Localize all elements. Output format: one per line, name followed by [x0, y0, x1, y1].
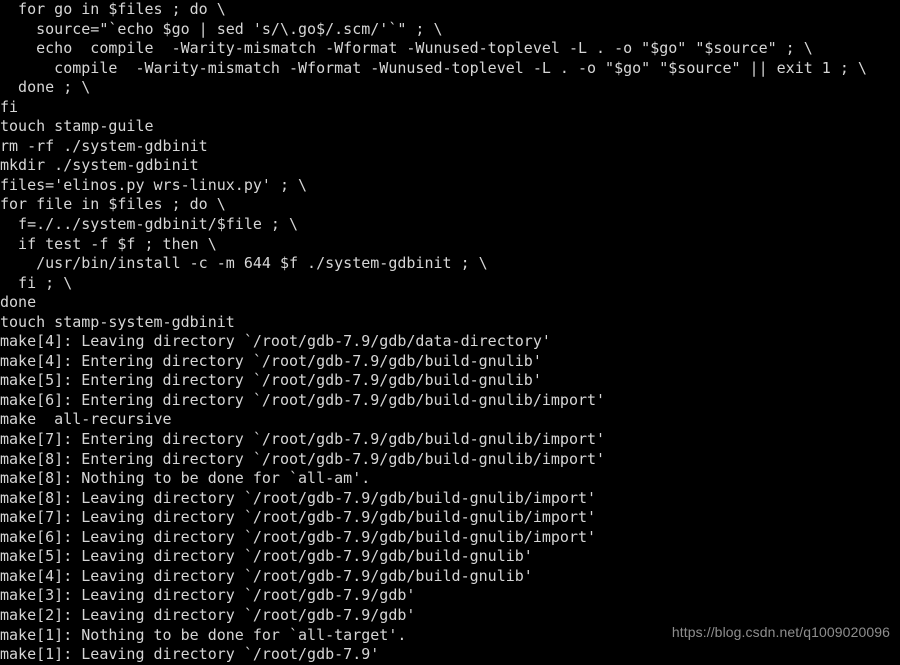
terminal-line: done ; \ — [0, 78, 91, 97]
terminal-line: make[8]: Entering directory `/root/gdb-7… — [0, 449, 606, 468]
terminal-line: make[4]: Leaving directory `/root/gdb-7.… — [0, 566, 533, 585]
terminal-line: for go in $files ; do \ — [0, 0, 226, 18]
watermark-text: https://blog.csdn.net/q1009020096 — [671, 624, 890, 641]
terminal-window[interactable]: for go in $files ; do \ source="`echo $g… — [0, 0, 900, 665]
terminal-line: make all-recursive — [0, 410, 172, 429]
terminal-line: touch stamp-system-gdbinit — [0, 312, 235, 331]
terminal-line: make[7]: Leaving directory `/root/gdb-7.… — [0, 508, 597, 527]
terminal-line: make[8]: Nothing to be done for `all-am'… — [0, 469, 371, 488]
terminal-line: make[4]: Leaving directory `/root/gdb-7.… — [0, 332, 551, 351]
terminal-line: fi — [0, 97, 19, 116]
terminal-line: f=./../system-gdbinit/$file ; \ — [0, 215, 299, 234]
terminal-line: compile -Warity-mismatch -Wformat -Wunus… — [0, 58, 867, 77]
terminal-line: for file in $files ; do \ — [0, 195, 226, 214]
terminal-line: echo compile -Warity-mismatch -Wformat -… — [0, 39, 813, 58]
terminal-line: touch stamp-guile — [0, 117, 154, 136]
terminal-line: rm -rf ./system-gdbinit — [0, 136, 208, 155]
terminal-line: files='elinos.py wrs-linux.py' ; \ — [0, 175, 308, 194]
terminal-line: source="`echo $go | sed 's/\.go$/.scm/'`… — [0, 19, 443, 38]
terminal-line: make[6]: Entering directory `/root/gdb-7… — [0, 390, 606, 409]
terminal-line: fi ; \ — [0, 273, 73, 292]
terminal-line: make[1]: Leaving directory `/root/gdb-7.… — [0, 645, 380, 664]
terminal-line: make[3]: Leaving directory `/root/gdb-7.… — [0, 586, 416, 605]
terminal-output-area: for go in $files ; do \ source="`echo $g… — [0, 0, 900, 665]
terminal-line: /usr/bin/install -c -m 644 $f ./system-g… — [0, 254, 488, 273]
terminal-line: make[7]: Entering directory `/root/gdb-7… — [0, 430, 606, 449]
terminal-line: make[6]: Leaving directory `/root/gdb-7.… — [0, 527, 597, 546]
terminal-line: make[4]: Entering directory `/root/gdb-7… — [0, 351, 542, 370]
terminal-line: if test -f $f ; then \ — [0, 234, 217, 253]
terminal-line: make[5]: Entering directory `/root/gdb-7… — [0, 371, 542, 390]
terminal-line: done — [0, 293, 37, 312]
terminal-line: mkdir ./system-gdbinit — [0, 156, 199, 175]
terminal-line: make[5]: Leaving directory `/root/gdb-7.… — [0, 547, 533, 566]
terminal-line: make[8]: Leaving directory `/root/gdb-7.… — [0, 488, 597, 507]
